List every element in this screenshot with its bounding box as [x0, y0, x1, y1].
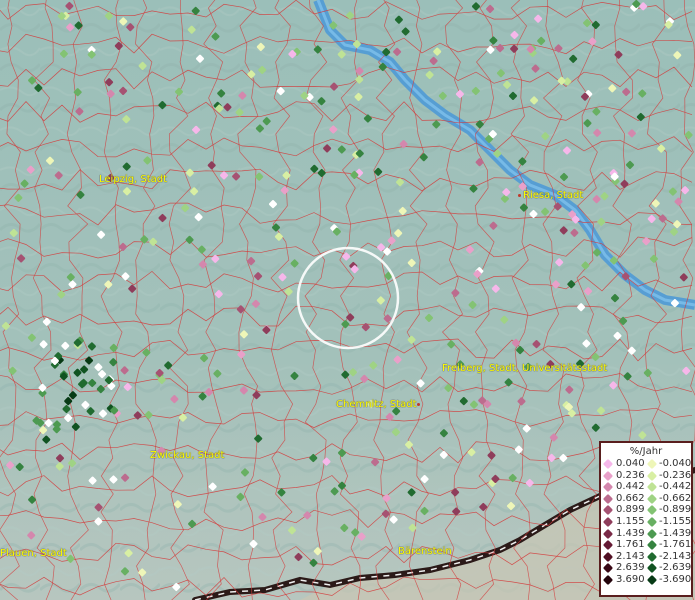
legend-row: 2.639 -2.639: [601, 562, 691, 574]
legend-value-positive: 0.442: [616, 481, 645, 493]
legend-value-negative: -1.155: [659, 515, 692, 527]
legend-swatch-negative: [646, 540, 658, 551]
map-canvas[interactable]: [0, 0, 695, 600]
legend-value-negative: -2.639: [659, 562, 692, 574]
legend-value-positive: 0.040: [616, 458, 645, 469]
legend-swatch-negative: [646, 574, 658, 586]
legend-swatch-positive: [602, 540, 614, 551]
map-view[interactable]: Leipzig, Stadt Riesa, Stadt Freiberg, St…: [0, 0, 695, 600]
legend-swatch-positive: [602, 505, 614, 516]
legend-value-positive: 1.439: [616, 527, 645, 539]
legend-value-negative: -3.690: [659, 573, 692, 585]
legend-swatch-positive: [602, 551, 614, 562]
legend-row: 0.662 -0.662: [601, 493, 691, 505]
legend-row: 1.761 -1.761: [601, 539, 691, 551]
legend-swatch-negative: [646, 470, 658, 481]
legend-swatch-positive: [602, 574, 614, 586]
legend-swatch-positive: [602, 482, 614, 493]
city-label-baerenstein: Bärenstein: [398, 546, 452, 557]
legend-swatch-positive: [602, 493, 614, 504]
legend-value-negative: -0.040: [659, 458, 692, 469]
legend-swatch-negative: [646, 482, 658, 493]
legend-swatch-positive: [602, 528, 614, 539]
legend-row: 0.236 -0.236: [601, 470, 691, 482]
city-label-riesa: Riesa, Stadt: [518, 190, 583, 201]
legend-swatch-negative: [646, 563, 658, 574]
legend-row: 0.899 -0.899: [601, 504, 691, 516]
legend-value-positive: 1.761: [616, 539, 645, 551]
legend-swatch-negative: [646, 505, 658, 516]
legend-value-negative: -0.899: [659, 504, 692, 516]
legend-swatch-positive: [602, 563, 614, 574]
legend-swatch-negative: [646, 528, 658, 539]
legend-row: 1.155 -1.155: [601, 516, 691, 528]
legend-row: 0.442 -0.442: [601, 481, 691, 493]
legend-value-positive: 0.899: [616, 504, 645, 516]
city-label-chemnitz: Chemnitz, Stadt: [336, 399, 422, 410]
city-label-plauen: Plauen, Stadt: [0, 548, 67, 559]
legend-value-negative: -0.662: [659, 492, 692, 504]
legend-swatch-negative: [646, 516, 658, 528]
legend-row: 0.040 -0.040: [601, 458, 691, 470]
legend-value-positive: 2.143: [616, 550, 645, 562]
city-label-zwickau: Zwickau, Stadt: [150, 450, 225, 461]
legend-value-negative: -0.236: [659, 469, 692, 481]
legend-row: 3.690 -3.690: [601, 574, 691, 586]
legend-value-positive: 1.155: [616, 515, 645, 527]
legend-value-negative: -1.761: [659, 539, 692, 551]
legend-value-positive: 3.690: [616, 573, 645, 585]
legend-title: %/Jahr: [629, 446, 663, 457]
legend-swatch-negative: [646, 493, 658, 504]
legend-row: 2.143 -2.143: [601, 551, 691, 563]
legend-value-negative: -0.442: [659, 481, 692, 493]
legend-value-negative: -1.439: [659, 527, 692, 539]
legend-value-positive: 0.236: [616, 469, 645, 481]
legend-swatch-negative: [646, 551, 658, 562]
legend-row: 1.439 -1.439: [601, 528, 691, 540]
legend-swatch-positive: [602, 458, 614, 470]
city-label-leipzig: Leipzig, Stadt: [99, 174, 168, 185]
legend-swatch-positive: [602, 470, 614, 481]
city-label-freiberg: Freiberg, Stadt, Universitätsstadt: [442, 363, 608, 374]
legend: %/Jahr 0.040 -0.040 0.236 -0.236 0.442 -0.442…: [599, 441, 693, 597]
legend-swatch-positive: [602, 516, 614, 528]
legend-value-positive: 2.639: [616, 562, 645, 574]
legend-value-positive: 0.662: [616, 492, 645, 504]
legend-swatch-negative: [646, 458, 658, 470]
legend-value-negative: -2.143: [659, 550, 692, 562]
